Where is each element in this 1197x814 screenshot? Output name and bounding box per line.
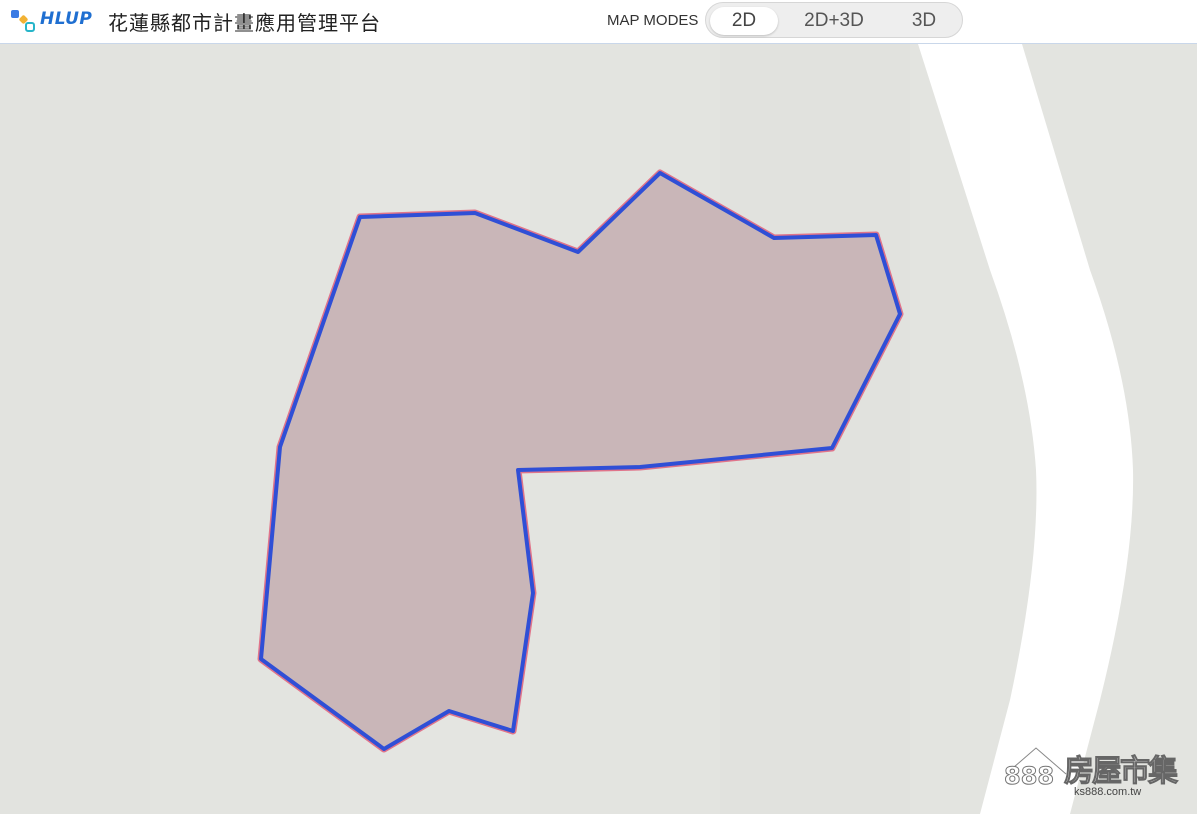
watermark-number: 888 <box>1003 762 1055 791</box>
map-mode-switch: 2D 2D+3D 3D <box>705 2 963 38</box>
map-canvas[interactable] <box>0 44 1197 814</box>
map-mode-3d-button[interactable]: 3D <box>890 7 958 35</box>
watermark-brand: 房屋市集 <box>1064 754 1179 790</box>
app-header: HLUP 花蓮縣都市計畫應用管理平台 MAP MODES 2D 2D+3D 3D <box>0 0 1197 44</box>
watermark-url: ks888.com.tw <box>1074 786 1142 798</box>
hlup-logo-icon <box>11 10 35 32</box>
brand-name: HLUP <box>40 9 93 29</box>
map-tile <box>0 44 150 814</box>
map-modes-label: MAP MODES <box>607 12 699 29</box>
page-title: 花蓮縣都市計畫應用管理平台 <box>108 11 381 35</box>
watermark: 888 房屋市集 ks888.com.tw <box>1000 742 1192 802</box>
map-mode-2d-button[interactable]: 2D <box>710 7 778 35</box>
map-mode-2d3d-button[interactable]: 2D+3D <box>788 7 880 35</box>
